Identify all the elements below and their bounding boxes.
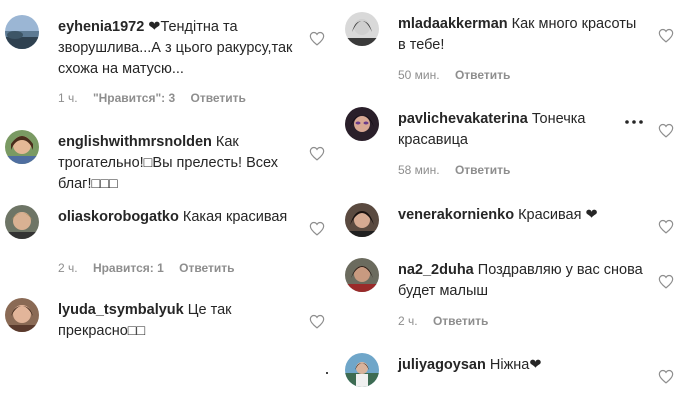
comment-item: pavlichevakaterina Тонечка красавица 58 … bbox=[340, 107, 684, 182]
avatar[interactable] bbox=[345, 353, 379, 387]
heart-outline-icon[interactable] bbox=[658, 274, 674, 289]
heart-outline-icon[interactable] bbox=[658, 123, 674, 138]
heart-outline-icon[interactable] bbox=[309, 31, 325, 46]
comment-time: 1 ч. bbox=[58, 91, 78, 105]
heart-outline-icon[interactable] bbox=[309, 146, 325, 161]
comment-time: 50 мин. bbox=[398, 68, 440, 82]
more-options-icon[interactable] bbox=[624, 117, 644, 127]
comment-username[interactable]: juliyagoysan bbox=[398, 357, 486, 373]
avatar[interactable] bbox=[5, 205, 39, 239]
comment-body: englishwithmrsnolden Как трогательно!□Вы… bbox=[58, 132, 299, 195]
avatar[interactable] bbox=[5, 130, 39, 164]
comment-item: lyuda_tsymbalyuk Це так прекрасно□□ bbox=[0, 298, 335, 358]
comment-time: 58 мин. bbox=[398, 163, 440, 177]
likes-count[interactable]: "Нравится": 3 bbox=[93, 91, 175, 105]
comment-username[interactable]: englishwithmrsnolden bbox=[58, 134, 212, 150]
comment-text: Красивая ❤ bbox=[518, 207, 598, 223]
comment-meta: 58 мин. Ответить bbox=[398, 163, 522, 177]
reply-button[interactable]: Ответить bbox=[433, 314, 488, 328]
stray-dot bbox=[326, 372, 328, 374]
comment-time: 2 ч. bbox=[58, 261, 78, 275]
reply-button[interactable]: Ответить bbox=[179, 261, 234, 275]
comment-body: lyuda_tsymbalyuk Це так прекрасно□□ bbox=[58, 300, 299, 342]
heart-outline-icon[interactable] bbox=[658, 369, 674, 384]
avatar[interactable] bbox=[345, 258, 379, 292]
likes-count[interactable]: Нравится: 1 bbox=[93, 261, 164, 275]
comment-meta: 50 мин. Ответить bbox=[398, 68, 522, 82]
comment-item: mladaakkerman Как много красоты в тебе! … bbox=[340, 12, 684, 87]
reply-button[interactable]: Ответить bbox=[455, 68, 510, 82]
avatar[interactable] bbox=[345, 203, 379, 237]
heart-outline-icon[interactable] bbox=[309, 314, 325, 329]
comment-item: eyhenia1972 ❤Тендітна та зворушлива...А … bbox=[0, 15, 335, 110]
avatar[interactable] bbox=[5, 15, 39, 49]
comment-body: eyhenia1972 ❤Тендітна та зворушлива...А … bbox=[58, 17, 299, 80]
heart-outline-icon[interactable] bbox=[309, 221, 325, 236]
comment-meta: 1 ч. "Нравится": 3 Ответить bbox=[58, 91, 258, 105]
comment-meta: 2 ч. Нравится: 1 Ответить bbox=[58, 261, 247, 275]
comment-item: englishwithmrsnolden Как трогательно!□Вы… bbox=[0, 130, 335, 195]
comment-meta: 2 ч. Ответить bbox=[398, 314, 500, 328]
comment-username[interactable]: oliaskorobogatko bbox=[58, 209, 179, 225]
comment-username[interactable]: na2_2duha bbox=[398, 262, 474, 278]
comment-body: oliaskorobogatko Какая красивая bbox=[58, 207, 299, 228]
comment-text: Ніжна❤ bbox=[489, 357, 542, 373]
comment-username[interactable]: venerakornienko bbox=[398, 207, 514, 223]
comment-text: Какая красивая bbox=[182, 209, 288, 225]
comment-body: mladaakkerman Как много красоты в тебе! bbox=[398, 14, 648, 56]
comment-body: venerakornienko Красивая ❤ bbox=[398, 205, 648, 226]
comment-username[interactable]: eyhenia1972 bbox=[58, 19, 144, 35]
avatar[interactable] bbox=[345, 107, 379, 141]
comment-username[interactable]: lyuda_tsymbalyuk bbox=[58, 302, 184, 318]
avatar[interactable] bbox=[345, 12, 379, 46]
reply-button[interactable]: Ответить bbox=[455, 163, 510, 177]
comment-item: venerakornienko Красивая ❤ bbox=[340, 203, 684, 248]
heart-outline-icon[interactable] bbox=[658, 219, 674, 234]
heart-outline-icon[interactable] bbox=[658, 28, 674, 43]
comment-item: oliaskorobogatko Какая красивая 2 ч. Нра… bbox=[0, 205, 335, 285]
comment-username[interactable]: mladaakkerman bbox=[398, 16, 508, 32]
avatar[interactable] bbox=[5, 298, 39, 332]
comment-item: na2_2duha Поздравляю у вас снова будет м… bbox=[340, 258, 684, 333]
comment-body: pavlichevakaterina Тонечка красавица bbox=[398, 109, 648, 151]
comment-time: 2 ч. bbox=[398, 314, 418, 328]
comment-body: na2_2duha Поздравляю у вас снова будет м… bbox=[398, 260, 648, 302]
comment-username[interactable]: pavlichevakaterina bbox=[398, 111, 528, 127]
comment-item: juliyagoysan Ніжна❤ bbox=[340, 353, 684, 398]
reply-button[interactable]: Ответить bbox=[190, 91, 245, 105]
comment-body: juliyagoysan Ніжна❤ bbox=[398, 355, 648, 376]
